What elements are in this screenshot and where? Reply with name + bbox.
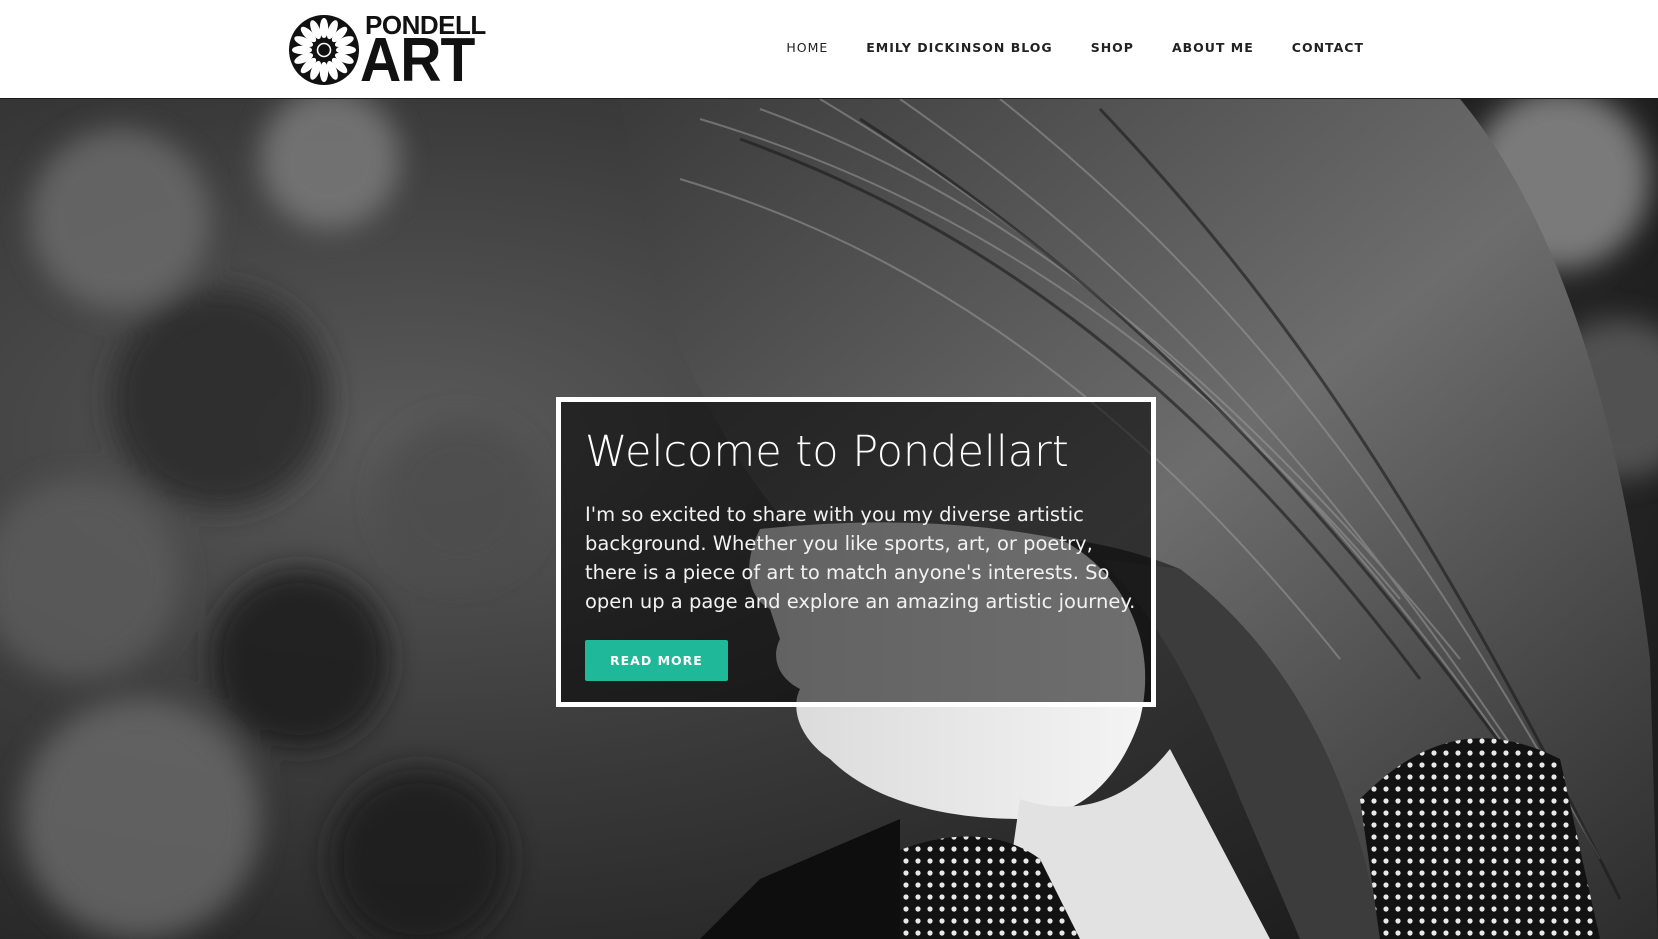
nav-item-shop[interactable]: SHOP <box>1091 40 1134 55</box>
main-nav: HOME EMILY DICKINSON BLOG SHOP ABOUT ME … <box>748 40 1364 55</box>
site-logo[interactable]: PONDELL ART <box>288 12 486 92</box>
flower-logo-icon <box>289 15 359 85</box>
welcome-box: Welcome to Pondellart I'm so excited to … <box>556 397 1156 707</box>
logo-text-art: ART <box>360 26 475 95</box>
welcome-title: Welcome to Pondellart <box>585 427 1069 477</box>
nav-item-emily-dickinson-blog[interactable]: EMILY DICKINSON BLOG <box>866 40 1052 55</box>
welcome-text: I'm so excited to share with you my dive… <box>585 503 1136 613</box>
site-header: PONDELL ART HOME EMILY DICKINSON BLOG SH… <box>0 0 1658 99</box>
nav-item-contact[interactable]: CONTACT <box>1292 40 1364 55</box>
nav-item-home[interactable]: HOME <box>786 40 828 55</box>
nav-item-about-me[interactable]: ABOUT ME <box>1172 40 1254 55</box>
page: PONDELL ART HOME EMILY DICKINSON BLOG SH… <box>0 0 1658 939</box>
read-more-button[interactable]: READ MORE <box>585 640 728 681</box>
hero-section: Welcome to Pondellart I'm so excited to … <box>0 99 1658 939</box>
